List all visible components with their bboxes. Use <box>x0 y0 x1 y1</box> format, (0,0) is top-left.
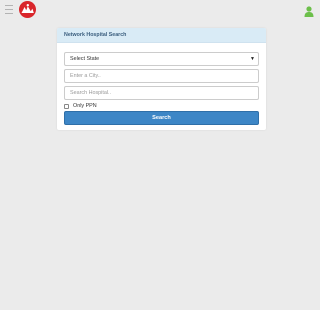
ppn-label: Only PPN <box>73 103 97 109</box>
brand-logo[interactable] <box>19 1 36 18</box>
city-field[interactable] <box>64 69 259 83</box>
card-title: Network Hospital Search <box>57 28 266 43</box>
hospital-search-field[interactable] <box>64 86 259 100</box>
top-bar <box>0 0 316 21</box>
caret-down-icon: ▼ <box>250 56 255 62</box>
hospital-search-input[interactable] <box>70 87 258 99</box>
hospital-search-card: Network Hospital Search Select State ▼ O… <box>57 28 266 130</box>
state-select[interactable]: Select State ▼ <box>64 52 259 66</box>
user-icon[interactable] <box>304 4 314 17</box>
search-button[interactable]: Search <box>64 111 259 125</box>
state-select-value: Select State <box>70 56 100 62</box>
hamburger-menu-icon[interactable] <box>5 5 13 14</box>
ppn-checkbox[interactable] <box>64 103 69 109</box>
ppn-option[interactable]: Only PPN <box>64 102 97 110</box>
city-input[interactable] <box>70 70 258 82</box>
